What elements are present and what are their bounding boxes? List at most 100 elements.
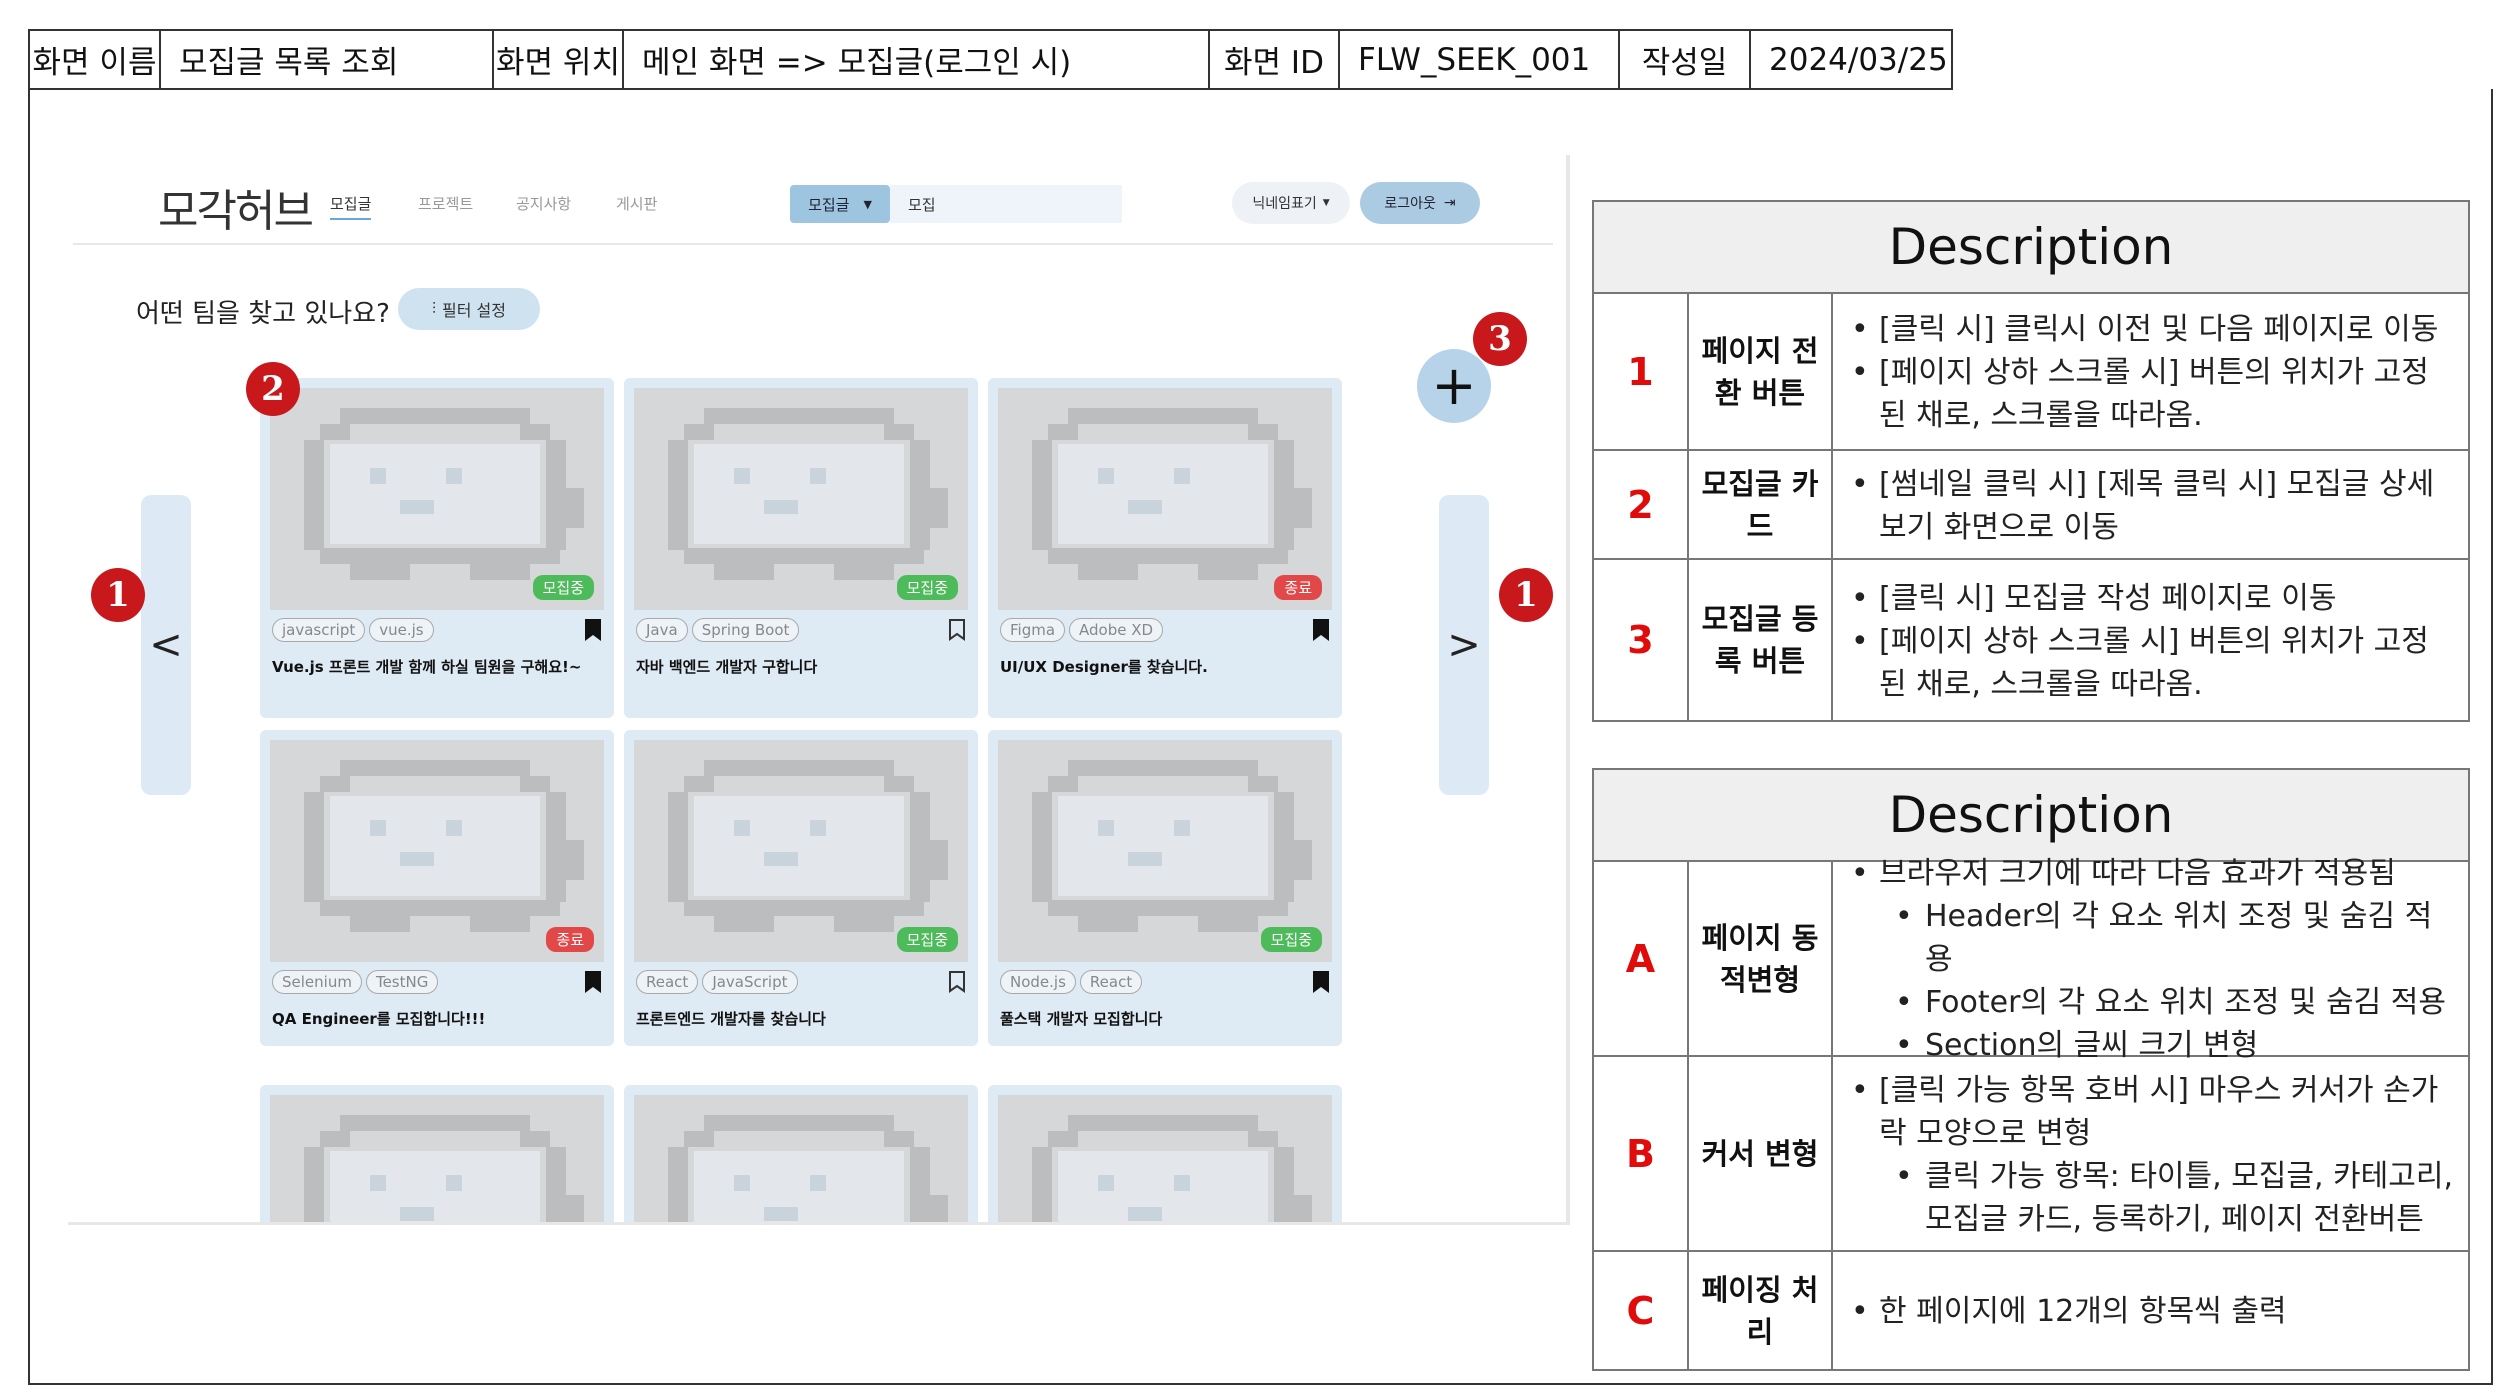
card-thumbnail[interactable]: 종료 [998,388,1332,610]
bookmark-filled-icon[interactable] [1312,618,1330,642]
recruit-card[interactable]: 모집중 Node.js React 풀스택 개발자 모집합니다 [988,730,1342,1046]
description-title: Description [1594,770,2468,862]
recruit-card[interactable]: 종료 Figma Adobe XD UI/UX Designer를 찾습니다. [988,378,1342,718]
nickname-label: 닉네임표기 [1252,196,1317,212]
created-date-value: 2024/03/25 [1769,41,1948,78]
site-logo[interactable]: 모각허브 [158,175,314,239]
screen-name-label: 화면 이름 [30,31,161,88]
desc-row-detail: [클릭 시] 모집글 작성 페이지로 이동 [페이지 상하 스크롤 시] 버튼의… [1833,560,2468,720]
desc-item: 브라우저 크기에 따라 다음 효과가 적용됨 [1847,852,2454,895]
card-title[interactable]: Vue.js 프론트 개발 함께 하실 팀원을 구해요!~ [272,656,592,678]
card-thumbnail[interactable]: 모집중 [998,740,1332,962]
tag-chip[interactable]: TestNG [365,970,439,994]
tag-list: Java Spring Boot [636,618,800,642]
desc-item: [썸네일 클릭 시] [제목 클릭 시] 모집글 상세보기 화면으로 이동 [1847,463,2454,549]
marker-3: 3 [1473,312,1527,366]
screen-location-label: 화면 위치 [494,31,624,88]
prev-page-button[interactable]: < [141,495,191,795]
recruit-card-partial[interactable] [260,1085,614,1225]
filter-button[interactable]: ⫶ 필터 설정 [398,288,540,330]
placeholder-ghost-icon [634,1095,968,1225]
marker-2: 2 [246,362,300,416]
recruit-card[interactable]: 모집중 javascript vue.js Vue.js 프론트 개발 함께 하실 팀… [260,378,614,718]
desc-subitem: Footer의 각 요소 위치 조정 및 숨김 적용 [1847,981,2454,1024]
bookmark-outline-icon[interactable] [948,618,966,642]
card-title[interactable]: UI/UX Designer를 찾습니다. [1000,656,1320,678]
nav-notice[interactable]: 공지사항 [516,193,571,214]
sliders-icon: ⫶ [432,299,437,318]
bookmark-outline-icon[interactable] [948,970,966,994]
tag-list: Node.js React [1000,970,1143,994]
recruit-card[interactable]: 모집중 Java Spring Boot 자바 백엔드 개발자 구합니다 [624,378,978,718]
bookmark-filled-icon[interactable] [584,618,602,642]
mockup-screen: 모각허브 모집글 프로젝트 공지사항 게시판 모집글 ▼ 닉네임표기 ▼ 로그아… [68,155,1568,1225]
tag-chip[interactable]: React [636,970,699,994]
tag-chip[interactable]: vue.js [369,618,434,642]
desc-item: [페이지 상하 스크롤 시] 버튼의 위치가 고정된 채로, 스크롤을 따라옴. [1847,620,2454,706]
add-post-button[interactable]: + [1417,349,1491,423]
recruit-card[interactable]: 종료 Selenium TestNG QA Engineer를 모집합니다!!! [260,730,614,1046]
tag-chip[interactable]: Java [636,618,688,642]
recruit-card[interactable]: 모집중 React JavaScript 프론트엔드 개발자를 찾습니다 [624,730,978,1046]
desc-row-a: A 페이지 동적변형 브라우저 크기에 따라 다음 효과가 적용됨 Header… [1594,852,2468,1067]
tag-chip[interactable]: JavaScript [702,970,798,994]
tag-list: Selenium TestNG [272,970,439,994]
nav-project[interactable]: 프로젝트 [418,193,473,214]
desc-row-name: 페이지 전환 버튼 [1689,294,1833,449]
search-category-label: 모집글 [808,195,850,214]
desc-row-letter: C [1594,1252,1689,1369]
screen-id-label: 화면 ID [1210,31,1340,88]
mockup-border-right [1566,155,1570,1225]
desc-row-letter: A [1594,862,1689,1055]
tag-chip[interactable]: Adobe XD [1069,618,1164,642]
tag-chip[interactable]: javascript [272,618,366,642]
desc-row-c: C 페이징 처리 한 페이지에 12개의 항목씩 출력 [1594,1252,2468,1369]
created-date-label: 작성일 [1620,31,1751,88]
nav-recruit[interactable]: 모집글 [330,193,372,220]
desc-item: [페이지 상하 스크롤 시] 버튼의 위치가 고정된 채로, 스크롤을 따라옴. [1847,351,2454,437]
desc-subitem: Header의 각 요소 위치 조정 및 숨김 적용 [1847,895,2454,981]
card-title[interactable]: 풀스택 개발자 모집합니다 [1000,1008,1320,1030]
header-divider [73,243,1553,245]
card-thumbnail[interactable]: 종료 [270,740,604,962]
desc-item: [클릭 시] 모집글 작성 페이지로 이동 [1847,577,2454,620]
description-table-1: Description 1 페이지 전환 버튼 [클릭 시] 클릭시 이전 및 … [1592,200,2470,722]
card-thumbnail[interactable] [270,1095,604,1225]
desc-row-detail: [클릭 가능 항목 호버 시] 마우스 커서가 손가락 모양으로 변형 클릭 가… [1833,1057,2468,1250]
card-thumbnail[interactable] [634,1095,968,1225]
card-thumbnail[interactable]: 모집중 [270,388,604,610]
tag-chip[interactable]: Figma [1000,618,1066,642]
card-thumbnail[interactable]: 모집중 [634,740,968,962]
desc-row-name: 커서 변형 [1689,1057,1833,1250]
bookmark-filled-icon[interactable] [1312,970,1330,994]
desc-row-2: 2 모집글 카드 [썸네일 클릭 시] [제목 클릭 시] 모집글 상세보기 화… [1594,451,2468,560]
desc-row-detail: [썸네일 클릭 시] [제목 클릭 시] 모집글 상세보기 화면으로 이동 [1833,451,2468,558]
nav-board[interactable]: 게시판 [616,193,657,214]
section-prompt: 어떤 팀을 찾고 있나요? [136,299,390,329]
recruit-card-partial[interactable] [624,1085,978,1225]
tag-chip[interactable]: Node.js [1000,970,1076,994]
card-title[interactable]: 프론트엔드 개발자를 찾습니다 [636,1008,956,1030]
card-thumbnail[interactable]: 모집중 [634,388,968,610]
desc-row-detail: 브라우저 크기에 따라 다음 효과가 적용됨 Header의 각 요소 위치 조… [1833,852,2468,1067]
tag-chip[interactable]: Spring Boot [691,618,800,642]
desc-item: [클릭 시] 클릭시 이전 및 다음 페이지로 이동 [1847,308,2454,351]
logout-label: 로그아웃 [1384,196,1436,212]
desc-row-name: 페이지 동적변형 [1689,862,1833,1055]
search-input[interactable] [890,185,1122,223]
placeholder-ghost-icon [998,1095,1332,1225]
bookmark-filled-icon[interactable] [584,970,602,994]
card-title[interactable]: 자바 백엔드 개발자 구합니다 [636,656,956,678]
next-page-button[interactable]: > [1439,495,1489,795]
search-category-select[interactable]: 모집글 ▼ [790,185,890,223]
card-thumbnail[interactable] [998,1095,1332,1225]
desc-subitem: 클릭 가능 항목: 타이틀, 모집글, 카테고리, 모집글 카드, 등록하기, … [1847,1155,2454,1241]
tag-chip[interactable]: Selenium [272,970,362,994]
nickname-menu[interactable]: 닉네임표기 ▼ [1232,182,1350,224]
card-title[interactable]: QA Engineer를 모집합니다!!! [272,1008,592,1030]
logout-button[interactable]: 로그아웃 ⇥ [1360,182,1480,224]
mockup-border-bottom [68,1222,1570,1225]
recruit-card-partial[interactable] [988,1085,1342,1225]
description-table-2: Description A 페이지 동적변형 브라우저 크기에 따라 다음 효과… [1592,768,2470,1371]
tag-chip[interactable]: React [1079,970,1143,994]
